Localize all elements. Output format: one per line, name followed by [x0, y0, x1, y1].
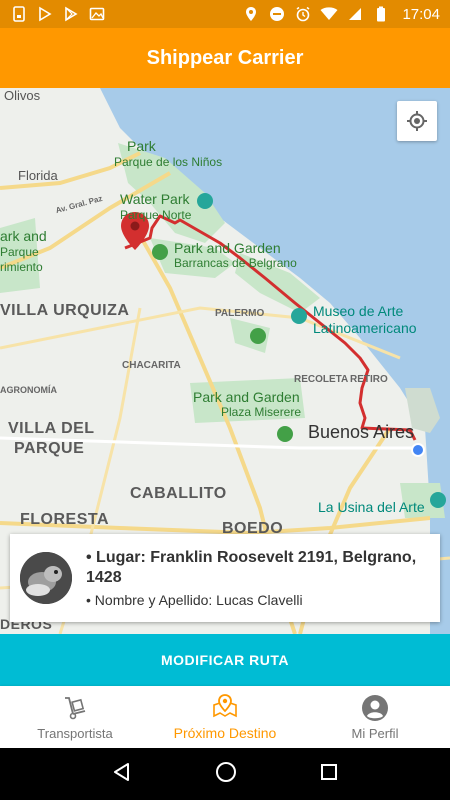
modify-route-label: MODIFICAR RUTA [160, 652, 290, 668]
tab-label: Próximo Destino [173, 725, 277, 741]
gallery-icon [88, 5, 106, 23]
wifi-icon [320, 5, 338, 23]
status-bar-system: 17:04 [242, 5, 440, 23]
destination-details: • Lugar: Franklin Roosevelt 2191, Belgra… [86, 548, 430, 608]
alarm-icon [294, 5, 312, 23]
map-label: Museo de Arte [313, 303, 404, 319]
tab-proximo-destino[interactable]: Próximo Destino [150, 686, 300, 748]
map-label: RECOLETA [294, 374, 349, 385]
status-bar: 17:04 [0, 0, 450, 28]
map-label: FLORESTA [20, 511, 110, 528]
map-pin-icon [211, 693, 239, 721]
location-icon [242, 5, 260, 23]
map-label: PALERMO [215, 308, 265, 319]
map-label: CHACARITA [122, 360, 181, 371]
bottom-navigation: Transportista Próximo Destino Mi Perfil [0, 686, 450, 748]
map-label: PARQUE [14, 440, 85, 457]
tab-transportista[interactable]: Transportista [0, 686, 150, 748]
do-not-disturb-icon [268, 5, 286, 23]
status-bar-notifications [10, 5, 106, 23]
clock: 17:04 [402, 5, 440, 23]
system-navigation-bar [0, 748, 450, 800]
map-label: ark and [0, 228, 47, 244]
app-bar: Shippear Carrier [0, 28, 450, 88]
map-label: Park and Garden [174, 240, 281, 256]
destination-card[interactable]: • Lugar: Franklin Roosevelt 2191, Belgra… [10, 534, 440, 622]
map-label: Parque [0, 245, 39, 259]
map-label: Plaza Miserere [221, 405, 302, 419]
my-location-button[interactable] [397, 101, 437, 141]
play-store-icon [62, 5, 80, 23]
map-label: Buenos Aires [308, 422, 415, 442]
my-location-icon [407, 111, 427, 131]
avatar [20, 552, 72, 604]
map-label: Barrancas de Belgrano [174, 256, 297, 270]
battery-icon [372, 5, 390, 23]
recipient-name: • Nombre y Apellido: Lucas Clavelli [86, 592, 303, 608]
signal-icon [346, 5, 364, 23]
map-label: AGRONOMÍA [0, 385, 57, 395]
tab-label: Mi Perfil [351, 725, 399, 741]
map-label: Olivos [4, 88, 41, 103]
tab-mi-perfil[interactable]: Mi Perfil [300, 686, 450, 748]
map-label: Parque de los Niños [114, 155, 223, 169]
home-icon[interactable] [215, 761, 237, 788]
map-label: rimiento [0, 260, 43, 274]
map-label: VILLA DEL [8, 420, 95, 437]
sim-icon [10, 5, 28, 23]
account-circle-icon [361, 694, 389, 722]
map-label: Park [127, 138, 156, 154]
app-title: Shippear Carrier [146, 46, 304, 69]
modify-route-button[interactable]: MODIFICAR RUTA [0, 634, 450, 686]
map-label: RETIRO [350, 374, 388, 385]
map-label: La Usina del Arte [318, 499, 425, 515]
destination-place: • Lugar: Franklin Roosevelt 2191, Belgra… [86, 549, 417, 586]
tab-label: Transportista [37, 725, 113, 741]
map-label: VILLA URQUIZA [0, 302, 130, 319]
play-store-icon [36, 5, 54, 23]
recents-icon[interactable] [320, 763, 338, 786]
map-label: Latinoamericano [313, 320, 417, 336]
map-label: Florida [18, 168, 58, 183]
map-label: Park and Garden [193, 389, 300, 405]
map-label: CABALLITO [130, 485, 227, 502]
hand-truck-icon [61, 694, 89, 722]
map-label: Parque Norte [120, 208, 192, 222]
map-label: Water Park [120, 191, 190, 207]
back-icon[interactable] [112, 762, 132, 787]
